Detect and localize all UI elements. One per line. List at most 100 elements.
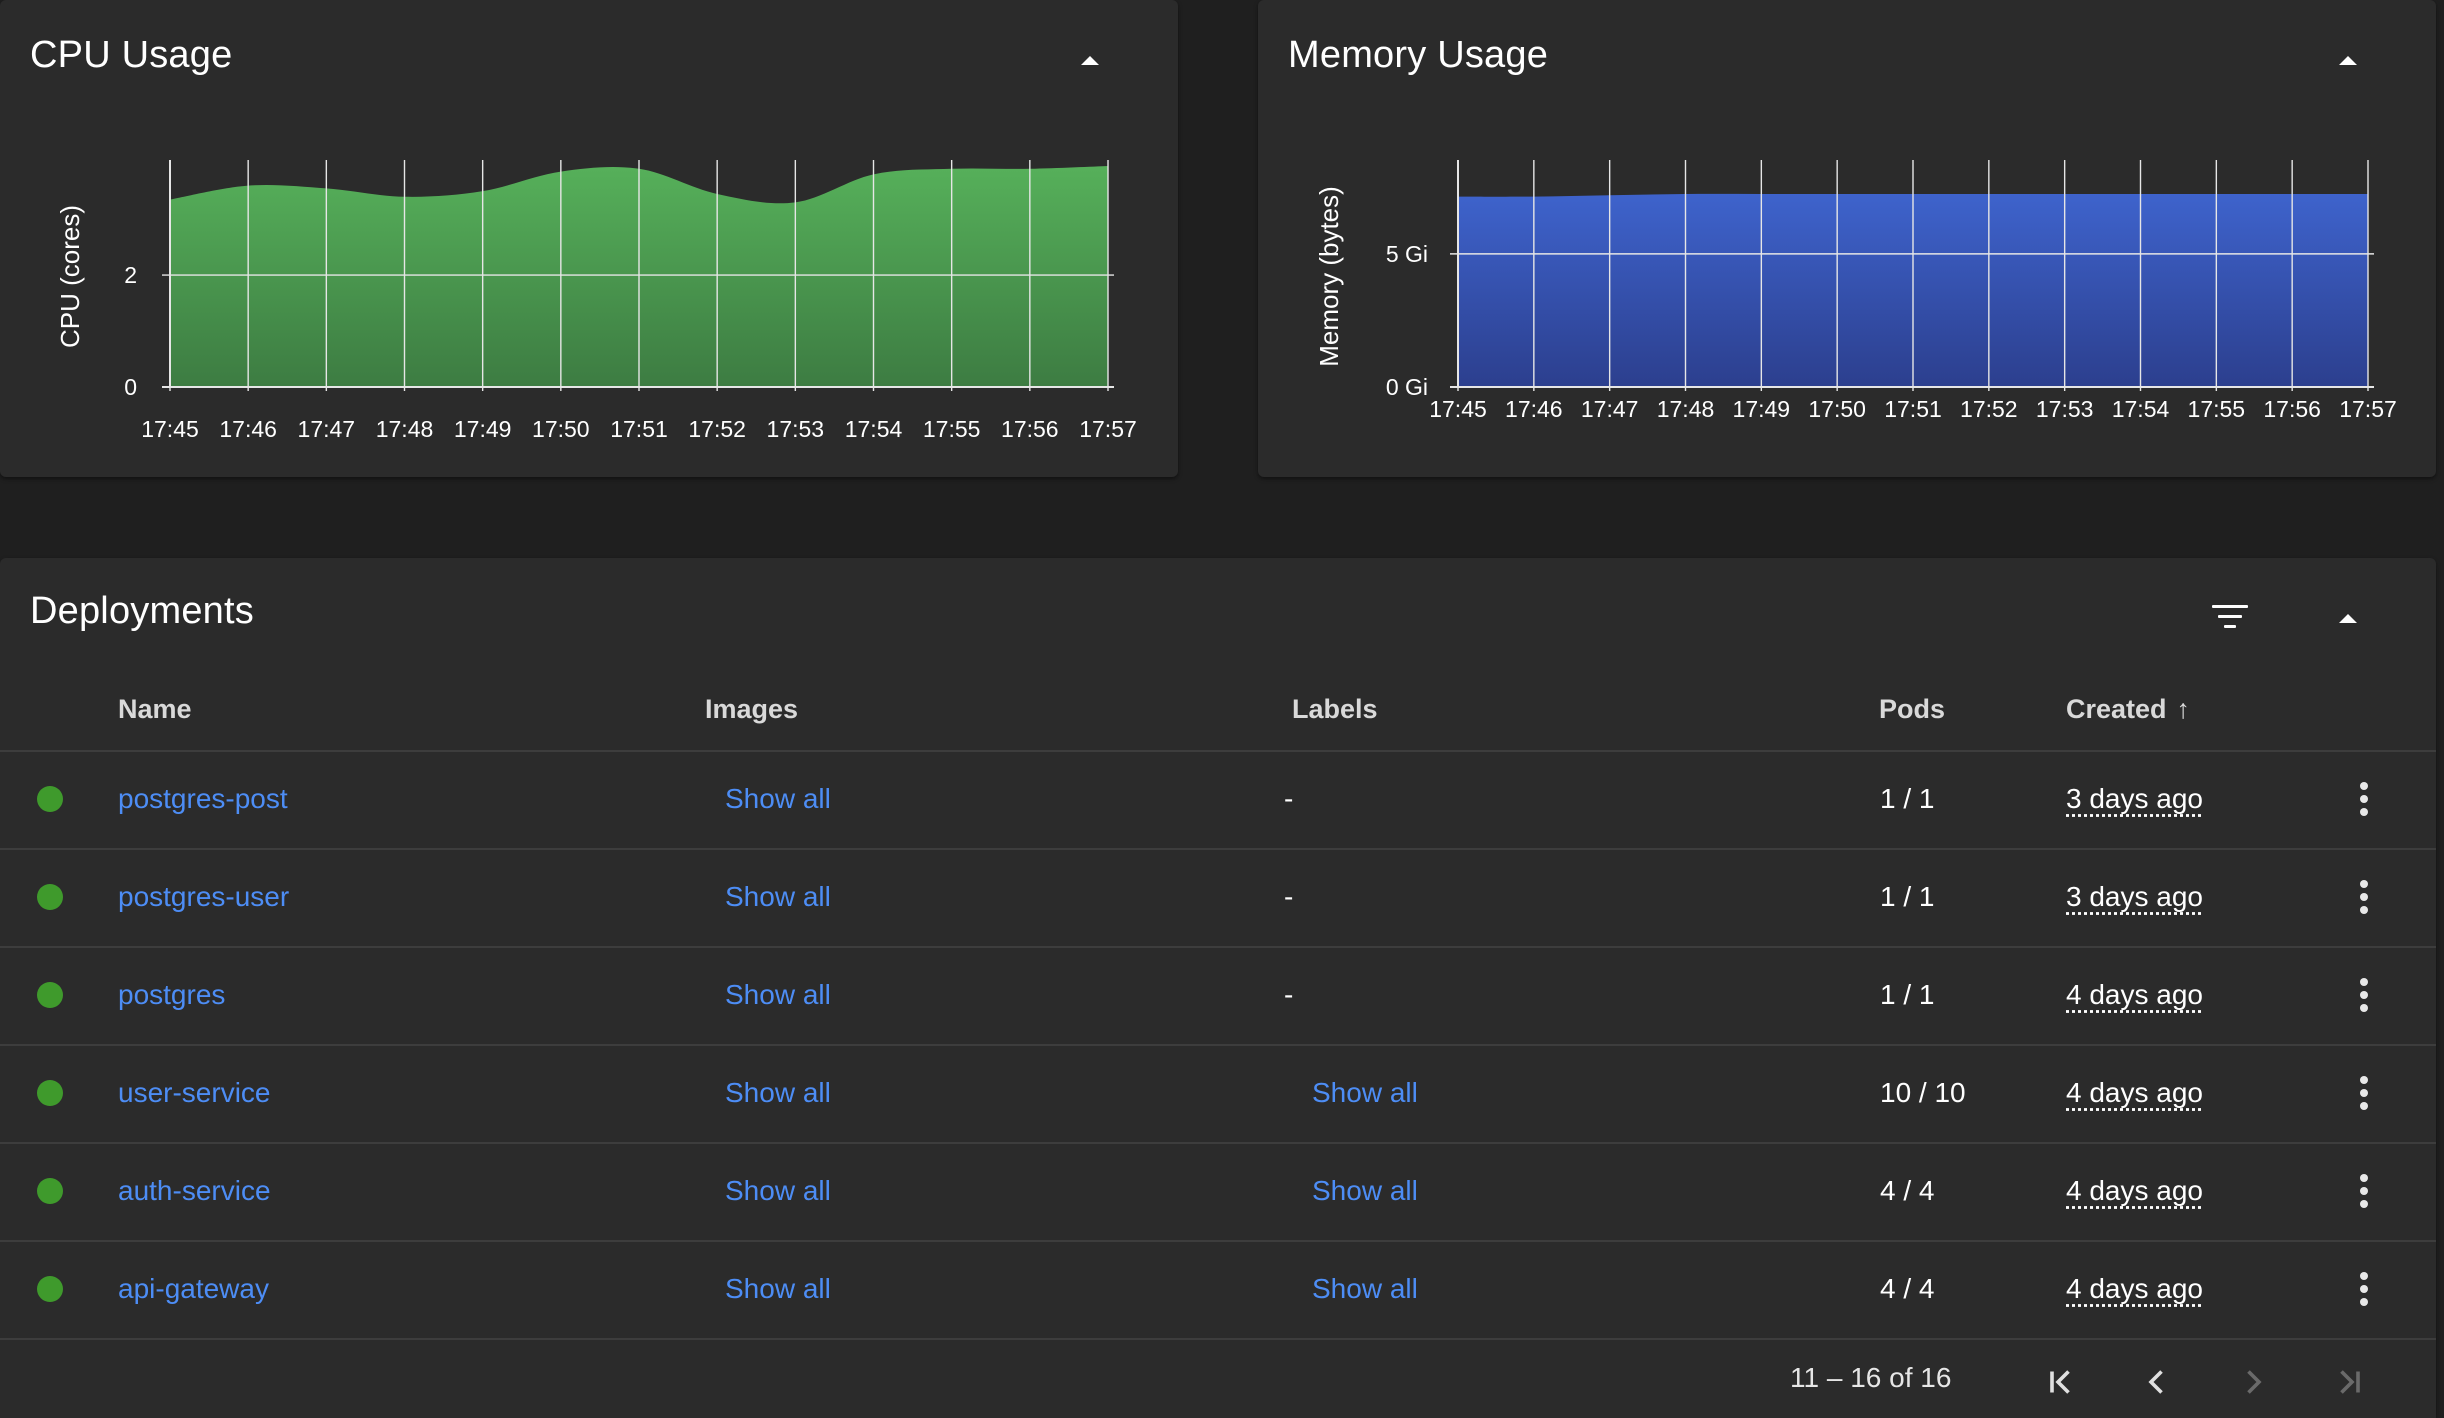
x-tick-label: 17:47: [298, 416, 356, 442]
labels-value: -: [1284, 978, 1293, 1012]
row-actions-menu-button[interactable]: [2344, 1068, 2384, 1118]
x-tick-label: 17:51: [1884, 396, 1942, 422]
row-actions-menu-button[interactable]: [2344, 774, 2384, 824]
x-tick-label: 17:53: [2036, 396, 2094, 422]
filter-icon: [2212, 605, 2248, 608]
images-show-all-link[interactable]: Show all: [725, 1272, 831, 1306]
column-header-created[interactable]: Created ↑: [2066, 694, 2190, 725]
labels-show-all-link[interactable]: Show all: [1312, 1272, 1418, 1306]
created-time[interactable]: 3 days ago: [2066, 782, 2203, 816]
y-tick-label: 5 Gi: [1386, 241, 1428, 267]
images-show-all-link[interactable]: Show all: [725, 1174, 831, 1208]
status-ok-icon: [37, 1080, 63, 1106]
divider: [0, 1142, 2436, 1144]
labels-value: -: [1284, 782, 1293, 816]
caret-up-icon: [2339, 614, 2357, 623]
x-tick-label: 17:50: [1808, 396, 1866, 422]
more-vert-icon: [2360, 1174, 2368, 1182]
created-time[interactable]: 4 days ago: [2066, 978, 2203, 1012]
x-tick-label: 17:48: [1657, 396, 1715, 422]
y-tick-label: 0: [124, 374, 137, 400]
deployment-name-link[interactable]: postgres-post: [118, 782, 288, 816]
deployments-title: Deployments: [30, 590, 254, 633]
y-axis-title: Memory (bytes): [1314, 186, 1344, 367]
deployment-name-link[interactable]: user-service: [118, 1076, 270, 1110]
x-tick-label: 17:55: [2188, 396, 2246, 422]
more-vert-icon: [2360, 782, 2368, 790]
cpu-usage-card: CPU Usage 17:45 17:46 17:47 17:48 17:49 17:50…: [0, 0, 1178, 477]
chevron-left-icon: [2139, 1364, 2175, 1400]
divider: [0, 1240, 2436, 1242]
x-tick-label: 17:45: [141, 416, 199, 442]
pagination-range: 11 – 16 of 16: [1790, 1362, 1951, 1394]
images-show-all-link[interactable]: Show all: [725, 782, 831, 816]
images-show-all-link[interactable]: Show all: [725, 978, 831, 1012]
more-vert-icon: [2360, 978, 2368, 986]
images-show-all-link[interactable]: Show all: [725, 1076, 831, 1110]
y-tick-label: 2: [124, 262, 137, 288]
row-actions-menu-button[interactable]: [2344, 970, 2384, 1020]
labels-value: -: [1284, 880, 1293, 914]
x-tick-label: 17:49: [1733, 396, 1791, 422]
next-page-button[interactable]: [2228, 1357, 2278, 1407]
collapse-deployments-card-button[interactable]: [2318, 588, 2378, 648]
sort-ascending-icon: ↑: [2177, 694, 2191, 725]
x-tick-label: 17:50: [532, 416, 590, 442]
deployment-name-link[interactable]: auth-service: [118, 1174, 271, 1208]
filter-button[interactable]: [2200, 586, 2260, 646]
divider: [0, 1338, 2436, 1340]
more-vert-icon: [2360, 1272, 2368, 1280]
divider: [0, 1044, 2436, 1046]
column-header-images: Images: [705, 694, 798, 725]
x-tick-label: 17:54: [2112, 396, 2170, 422]
y-axis-title: CPU (cores): [55, 205, 85, 348]
images-show-all-link[interactable]: Show all: [725, 880, 831, 914]
labels-show-all-link[interactable]: Show all: [1312, 1076, 1418, 1110]
first-page-button[interactable]: [2036, 1357, 2086, 1407]
x-tick-label: 17:56: [1001, 416, 1059, 442]
memory-usage-chart: 17:45 17:46 17:47 17:48 17:49 17:50 17:51 17:52…: [1258, 0, 2436, 477]
memory-usage-card: Memory Usage 17:45 17:46 17:47 17:48 17:49 17…: [1258, 0, 2436, 477]
status-ok-icon: [37, 1276, 63, 1302]
divider: [0, 946, 2436, 948]
created-time[interactable]: 3 days ago: [2066, 880, 2203, 914]
last-page-button[interactable]: [2324, 1357, 2374, 1407]
x-tick-label: 17:52: [1960, 396, 2018, 422]
created-time[interactable]: 4 days ago: [2066, 1076, 2203, 1110]
row-actions-menu-button[interactable]: [2344, 872, 2384, 922]
x-tick-label: 17:51: [610, 416, 668, 442]
x-tick-label: 17:57: [2339, 396, 2397, 422]
previous-page-button[interactable]: [2132, 1357, 2182, 1407]
cpu-usage-chart: 17:45 17:46 17:47 17:48 17:49 17:50 17:51 17:52…: [0, 0, 1178, 477]
pods-count: 1 / 1: [1880, 978, 1934, 1012]
x-tick-label: 17:56: [2263, 396, 2321, 422]
chevron-right-icon: [2235, 1364, 2271, 1400]
labels-show-all-link[interactable]: Show all: [1312, 1174, 1418, 1208]
column-header-pods[interactable]: Pods: [1879, 694, 1945, 725]
x-tick-label: 17:53: [767, 416, 825, 442]
pods-count: 1 / 1: [1880, 880, 1934, 914]
status-ok-icon: [37, 1178, 63, 1204]
row-actions-menu-button[interactable]: [2344, 1264, 2384, 1314]
pods-count: 10 / 10: [1880, 1076, 1966, 1110]
pods-count: 4 / 4: [1880, 1272, 1934, 1306]
x-tick-label: 17:49: [454, 416, 512, 442]
pods-count: 1 / 1: [1880, 782, 1934, 816]
x-tick-label: 17:57: [1079, 416, 1137, 442]
deployment-name-link[interactable]: api-gateway: [118, 1272, 269, 1306]
created-time[interactable]: 4 days ago: [2066, 1272, 2203, 1306]
x-tick-label: 17:46: [1505, 396, 1563, 422]
row-actions-menu-button[interactable]: [2344, 1166, 2384, 1216]
column-header-name[interactable]: Name: [118, 694, 192, 725]
x-tick-label: 17:46: [219, 416, 277, 442]
status-ok-icon: [37, 884, 63, 910]
column-header-created-label: Created: [2066, 694, 2167, 724]
x-tick-label: 17:45: [1429, 396, 1487, 422]
created-time[interactable]: 4 days ago: [2066, 1174, 2203, 1208]
divider: [0, 750, 2436, 752]
deployment-name-link[interactable]: postgres-user: [118, 880, 289, 914]
divider: [0, 848, 2436, 850]
status-ok-icon: [37, 982, 63, 1008]
deployment-name-link[interactable]: postgres: [118, 978, 225, 1012]
x-tick-label: 17:47: [1581, 396, 1639, 422]
